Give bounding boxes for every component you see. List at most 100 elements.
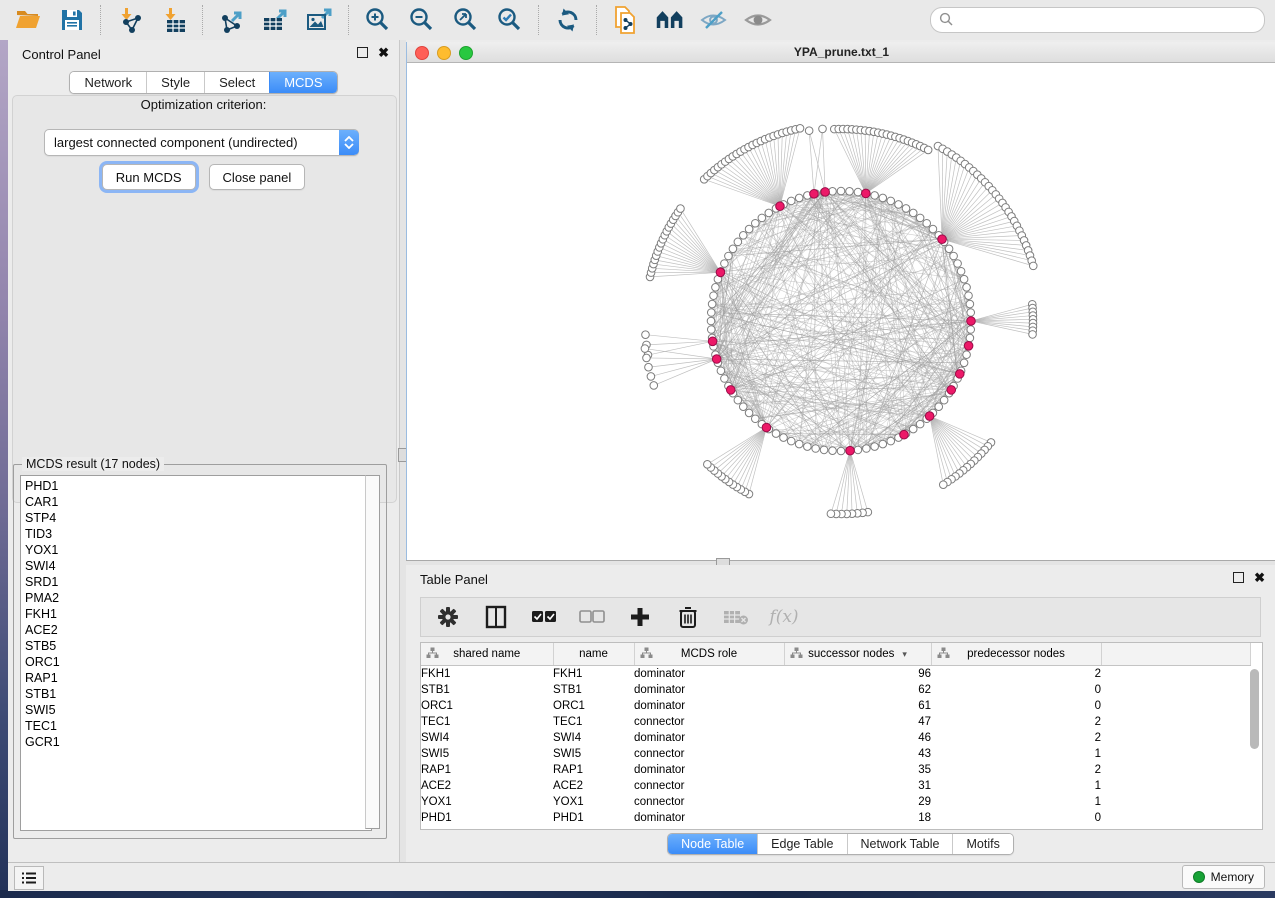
network-node[interactable] (772, 430, 780, 438)
column-header[interactable]: shared name (421, 643, 553, 666)
table-row[interactable]: FKH1FKH1dominator962 (421, 666, 1250, 683)
network-node[interactable] (765, 209, 773, 217)
mcds-hub-node[interactable] (708, 337, 717, 346)
deselect-all-icon[interactable] (579, 604, 605, 630)
network-node[interactable] (895, 201, 903, 209)
mcds-result-item[interactable]: STB5 (25, 638, 371, 654)
network-node[interactable] (643, 354, 651, 362)
minimize-window-icon[interactable] (437, 46, 451, 60)
table-row[interactable]: ORC1ORC1dominator610 (421, 698, 1250, 714)
tab-node-table[interactable]: Node Table (668, 834, 757, 854)
mcds-result-item[interactable]: STP4 (25, 510, 371, 526)
network-node[interactable] (812, 445, 820, 453)
close-panel-icon[interactable]: ✖ (1254, 573, 1265, 582)
table-row[interactable]: ACE2ACE2connector311 (421, 778, 1250, 794)
network-node[interactable] (960, 359, 968, 367)
network-node[interactable] (745, 225, 753, 233)
network-node[interactable] (935, 403, 943, 411)
network-node[interactable] (871, 192, 879, 200)
network-node[interactable] (1029, 262, 1037, 270)
table-row[interactable]: SWI4SWI4dominator462 (421, 730, 1250, 746)
tab-style[interactable]: Style (146, 72, 204, 93)
table-row[interactable]: PHD1PHD1dominator180 (421, 810, 1250, 826)
network-node[interactable] (967, 309, 975, 317)
mcds-hub-node[interactable] (726, 386, 735, 395)
table-row[interactable]: TEC1TEC1connector472 (421, 714, 1250, 730)
column-header[interactable]: predecessor nodes (931, 643, 1101, 666)
close-panel-icon[interactable]: ✖ (378, 48, 389, 57)
network-node[interactable] (745, 409, 753, 417)
network-node[interactable] (787, 437, 795, 445)
network-node[interactable] (712, 284, 720, 292)
hide-selected-icon[interactable] (699, 5, 729, 35)
network-node[interactable] (780, 434, 788, 442)
network-node[interactable] (863, 445, 871, 453)
network-node[interactable] (641, 345, 649, 353)
mcds-hub-node[interactable] (846, 446, 855, 455)
column-header[interactable]: successor nodes▾ (784, 643, 931, 666)
mcds-hub-node[interactable] (955, 370, 964, 379)
network-node[interactable] (879, 194, 887, 202)
show-all-icon[interactable] (743, 5, 773, 35)
mcds-result-item[interactable]: SRD1 (25, 574, 371, 590)
network-node[interactable] (909, 209, 917, 217)
new-network-from-selection-icon[interactable] (611, 5, 641, 35)
tab-select[interactable]: Select (204, 72, 269, 93)
search-input[interactable] (930, 7, 1265, 33)
network-node[interactable] (879, 440, 887, 448)
network-node[interactable] (707, 326, 715, 334)
network-node[interactable] (751, 415, 759, 423)
network-node[interactable] (854, 446, 862, 454)
network-node[interactable] (734, 396, 742, 404)
tab-network[interactable]: Network (70, 72, 146, 93)
table-row[interactable]: YOX1YOX1connector291 (421, 794, 1250, 810)
tab-motifs[interactable]: Motifs (952, 834, 1012, 854)
mcds-hub-node[interactable] (712, 355, 721, 364)
mcds-result-item[interactable]: SWI5 (25, 702, 371, 718)
network-node[interactable] (967, 326, 975, 334)
table-row[interactable]: STB1STB1dominator620 (421, 682, 1250, 698)
import-table-icon[interactable] (159, 5, 189, 35)
network-node[interactable] (846, 187, 854, 195)
network-node[interactable] (902, 205, 910, 213)
mcds-hub-node[interactable] (938, 235, 947, 244)
network-node[interactable] (837, 187, 845, 195)
network-node[interactable] (819, 125, 827, 133)
network-node[interactable] (721, 260, 729, 268)
mcds-result-item[interactable]: YOX1 (25, 542, 371, 558)
mcds-result-list[interactable]: PHD1CAR1STP4TID3YOX1SWI4SRD1PMA2FKH1ACE2… (20, 475, 372, 831)
optimization-criterion-select[interactable]: largest connected component (undirected) (44, 129, 359, 156)
mcds-hub-node[interactable] (810, 190, 819, 199)
network-node[interactable] (758, 214, 766, 222)
network-node[interactable] (950, 252, 958, 260)
mcds-result-item[interactable]: FKH1 (25, 606, 371, 622)
mcds-result-item[interactable]: TEC1 (25, 718, 371, 734)
table-row[interactable]: RAP1RAP1dominator352 (421, 762, 1250, 778)
tab-mcds[interactable]: MCDS (269, 72, 336, 93)
network-node[interactable] (966, 300, 974, 308)
network-node[interactable] (710, 292, 718, 300)
network-node[interactable] (647, 373, 655, 381)
network-node[interactable] (924, 146, 932, 154)
network-node[interactable] (645, 363, 653, 371)
network-node[interactable] (787, 197, 795, 205)
node-table[interactable]: shared namenameMCDS rolesuccessor nodes▾… (420, 642, 1263, 830)
network-node[interactable] (820, 446, 828, 454)
task-history-button[interactable] (14, 866, 44, 890)
add-icon[interactable] (627, 604, 653, 630)
network-node[interactable] (829, 447, 837, 455)
network-node[interactable] (704, 461, 712, 469)
column-header[interactable]: name (553, 643, 634, 666)
network-node[interactable] (1029, 331, 1037, 339)
import-network-icon[interactable] (115, 5, 145, 35)
tab-network-table[interactable]: Network Table (847, 834, 953, 854)
mcds-hub-node[interactable] (947, 386, 956, 395)
maximize-window-icon[interactable] (459, 46, 473, 60)
mcds-hub-node[interactable] (862, 189, 871, 198)
refresh-icon[interactable] (553, 5, 583, 35)
network-node[interactable] (939, 481, 947, 489)
open-session-icon[interactable] (13, 5, 43, 35)
table-scrollbar-thumb[interactable] (1250, 669, 1259, 749)
network-node[interactable] (721, 375, 729, 383)
mcds-result-item[interactable]: PHD1 (25, 478, 371, 494)
